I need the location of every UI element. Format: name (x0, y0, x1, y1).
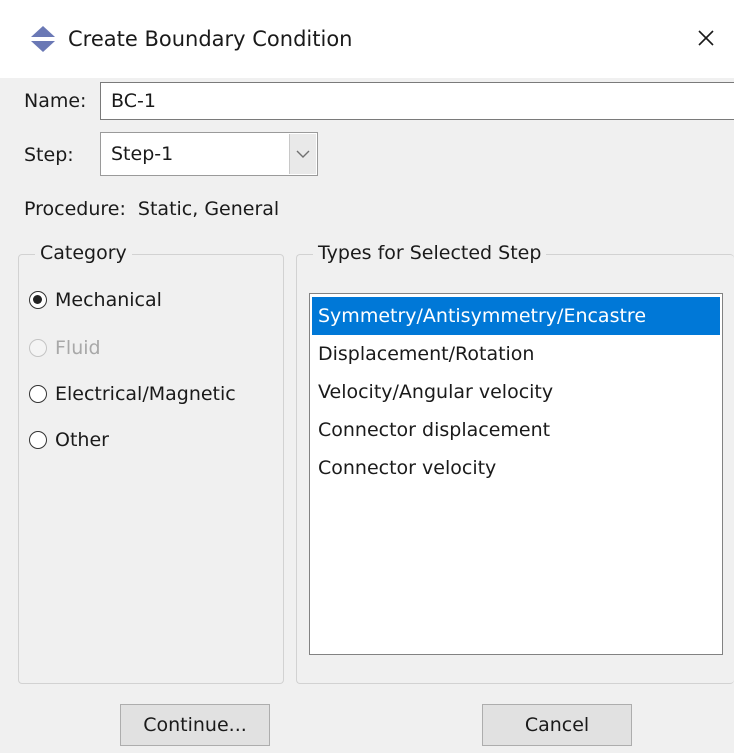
types-listbox[interactable]: Symmetry/Antisymmetry/Encastre Displacem… (309, 293, 723, 655)
title-bar: Create Boundary Condition (0, 0, 734, 78)
radio-other-indicator[interactable] (29, 431, 47, 449)
cancel-button[interactable]: Cancel (482, 704, 632, 746)
close-icon (698, 30, 714, 46)
step-label: Step: (24, 144, 74, 166)
radio-electrical-magnetic-label: Electrical/Magnetic (55, 383, 236, 405)
close-button[interactable] (684, 18, 728, 58)
radio-electrical-magnetic-indicator[interactable] (29, 385, 47, 403)
radio-mechanical-label: Mechanical (55, 289, 162, 311)
radio-fluid-label: Fluid (55, 337, 101, 359)
list-item-connector-displacement[interactable]: Connector displacement (312, 411, 720, 449)
list-item-connector-velocity[interactable]: Connector velocity (312, 449, 720, 487)
radio-mechanical[interactable]: Mechanical (29, 285, 162, 315)
procedure-label-text: Procedure: (24, 198, 126, 220)
window-title: Create Boundary Condition (68, 27, 353, 51)
chevron-down-icon (296, 150, 310, 158)
radio-other[interactable]: Other (29, 425, 109, 455)
list-item-velocity-angular-velocity[interactable]: Velocity/Angular velocity (312, 373, 720, 411)
category-group-title: Category (35, 240, 132, 266)
procedure-value: Static, General (137, 198, 280, 220)
radio-mechanical-indicator[interactable] (29, 291, 47, 309)
procedure-label: Procedure: Static, General (24, 196, 279, 222)
step-selected-value: Step-1 (111, 143, 174, 165)
name-label: Name: (24, 90, 87, 112)
create-boundary-condition-dialog: Create Boundary Condition Name: Step: St… (0, 0, 734, 753)
types-group-title: Types for Selected Step (313, 240, 547, 266)
step-dropdown-button[interactable] (289, 134, 316, 174)
abaqus-boundary-condition-icon (31, 26, 55, 52)
continue-button[interactable]: Continue... (120, 704, 270, 746)
radio-electrical-magnetic[interactable]: Electrical/Magnetic (29, 379, 236, 409)
radio-fluid: Fluid (29, 333, 101, 363)
types-group: Types for Selected Step Symmetry/Antisym… (296, 240, 734, 684)
step-dropdown[interactable]: Step-1 (100, 132, 318, 176)
list-item-symmetry-antisymmetry-encastre[interactable]: Symmetry/Antisymmetry/Encastre (312, 297, 720, 335)
category-group: Category Mechanical Fluid Electrical/Mag… (18, 240, 284, 684)
name-input[interactable] (100, 82, 734, 120)
list-item-displacement-rotation[interactable]: Displacement/Rotation (312, 335, 720, 373)
radio-fluid-indicator (29, 339, 47, 357)
radio-other-label: Other (55, 429, 109, 451)
